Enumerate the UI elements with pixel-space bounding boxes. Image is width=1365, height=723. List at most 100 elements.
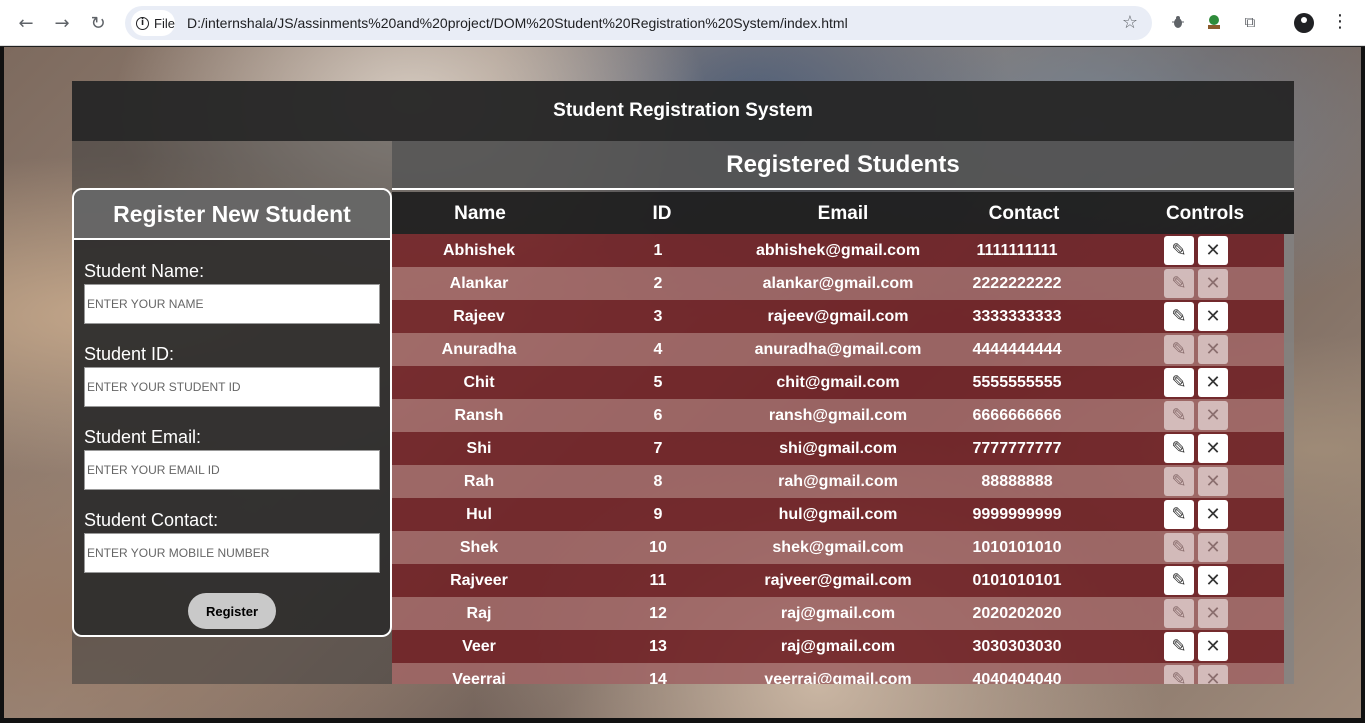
edit-pencil-icon[interactable]: ✎ (1164, 434, 1194, 463)
table-row: Rajveer 11 rajveer@gmail.com 0101010101 ✎ ✕ (392, 564, 1284, 597)
delete-close-icon[interactable]: ✕ (1198, 368, 1228, 397)
address-bar[interactable]: i File D:/internshala/JS/assinments%20an… (125, 6, 1152, 40)
delete-close-icon[interactable]: ✕ (1198, 632, 1228, 661)
name-input[interactable] (84, 284, 380, 324)
back-icon[interactable]: ← (14, 11, 38, 35)
delete-close-icon[interactable]: ✕ (1198, 335, 1228, 364)
bug-extension-icon[interactable] (1168, 12, 1188, 32)
cell-email: rajeev@gmail.com (767, 308, 909, 325)
table-row: Abhishek 1 abhishek@gmail.com 1111111111 ✎ ✕ (392, 234, 1284, 267)
delete-close-icon[interactable]: ✕ (1198, 401, 1228, 430)
cell-email: raj@gmail.com (780, 638, 896, 655)
cell-name: Rajveer (450, 572, 508, 589)
header-controls: Controls (1165, 203, 1245, 224)
register-form: Register New Student Student Name: Stude… (72, 188, 392, 637)
cell-contact: 3333333333 (972, 308, 1062, 325)
window-border-right (1361, 47, 1365, 718)
cell-id: 9 (653, 506, 663, 523)
table-body[interactable]: Abhishek 1 abhishek@gmail.com 1111111111 ✎ ✕ A… (392, 234, 1284, 684)
table-row: Alankar 2 alankar@gmail.com 2222222222 ✎ ✕ (392, 267, 1284, 300)
cell-name: Veer (462, 638, 496, 655)
edit-pencil-icon[interactable]: ✎ (1164, 533, 1194, 562)
edit-pencil-icon[interactable]: ✎ (1164, 500, 1194, 529)
cell-name: Veerraj (452, 671, 506, 684)
cell-contact: 0101010101 (972, 572, 1062, 589)
edit-pencil-icon[interactable]: ✎ (1164, 335, 1194, 364)
cell-name: Hul (466, 506, 492, 523)
table-scrollbar[interactable] (1284, 234, 1294, 684)
header-name: Name (454, 203, 506, 224)
browser-menu-icon[interactable]: ⋮ (1331, 11, 1349, 32)
delete-close-icon[interactable]: ✕ (1198, 302, 1228, 331)
header-email: Email (817, 203, 869, 224)
contact-input[interactable] (84, 533, 380, 573)
cell-contact: 2222222222 (972, 275, 1062, 292)
edit-pencil-icon[interactable]: ✎ (1164, 665, 1194, 684)
edit-pencil-icon[interactable]: ✎ (1164, 632, 1194, 661)
table-row: Veer 13 raj@gmail.com 3030303030 ✎ ✕ (392, 630, 1284, 663)
info-icon: i (136, 16, 149, 30)
delete-close-icon[interactable]: ✕ (1198, 533, 1228, 562)
bookmark-star-icon[interactable]: ☆ (1122, 12, 1138, 33)
cell-email: raj@gmail.com (780, 605, 896, 622)
edit-pencil-icon[interactable]: ✎ (1164, 302, 1194, 331)
cell-id: 4 (653, 341, 663, 358)
form-title: Register New Student (74, 190, 390, 240)
cell-name: Alankar (449, 275, 509, 292)
cell-name: Rajeev (453, 308, 505, 325)
table-row: Shi 7 shi@gmail.com 7777777777 ✎ ✕ (392, 432, 1284, 465)
delete-close-icon[interactable]: ✕ (1198, 269, 1228, 298)
edit-pencil-icon[interactable]: ✎ (1164, 599, 1194, 628)
table-row: Veerraj 14 veerraj@gmail.com 4040404040 ✎ ✕ (392, 663, 1284, 684)
register-button[interactable]: Register (188, 593, 276, 629)
profile-avatar[interactable] (1294, 13, 1314, 33)
cell-contact: 7777777777 (972, 440, 1062, 457)
cell-email: rajveer@gmail.com (764, 572, 912, 589)
edit-pencil-icon[interactable]: ✎ (1164, 467, 1194, 496)
tree-extension-icon[interactable] (1204, 12, 1224, 32)
cell-contact: 1111111111 (976, 242, 1058, 259)
cell-id: 2 (653, 275, 663, 292)
edit-pencil-icon[interactable]: ✎ (1164, 269, 1194, 298)
cell-email: anuradha@gmail.com (754, 341, 922, 358)
app-container: Student Registration System Register New… (72, 81, 1294, 684)
header-contact: Contact (988, 203, 1060, 224)
forward-icon[interactable]: → (50, 11, 74, 35)
url-text[interactable]: D:/internshala/JS/assinments%20and%20pro… (187, 15, 848, 31)
edit-pencil-icon[interactable]: ✎ (1164, 368, 1194, 397)
delete-close-icon[interactable]: ✕ (1198, 434, 1228, 463)
delete-close-icon[interactable]: ✕ (1198, 566, 1228, 595)
delete-close-icon[interactable]: ✕ (1198, 599, 1228, 628)
table-row: Ransh 6 ransh@gmail.com 6666666666 ✎ ✕ (392, 399, 1284, 432)
student-id-input[interactable] (84, 367, 380, 407)
site-info-chip[interactable]: i File (131, 10, 175, 36)
delete-close-icon[interactable]: ✕ (1198, 236, 1228, 265)
cell-contact: 5555555555 (972, 374, 1062, 391)
delete-close-icon[interactable]: ✕ (1198, 467, 1228, 496)
extensions-puzzle-icon[interactable]: ⧉ (1240, 12, 1260, 32)
cell-contact: 2020202020 (972, 605, 1062, 622)
cell-contact: 1010101010 (972, 539, 1062, 556)
site-info-label: File (154, 15, 175, 31)
delete-close-icon[interactable]: ✕ (1198, 665, 1228, 684)
table-row: Rah 8 rah@gmail.com 88888888 ✎ ✕ (392, 465, 1284, 498)
edit-pencil-icon[interactable]: ✎ (1164, 566, 1194, 595)
cell-id: 12 (649, 605, 667, 622)
cell-name: Raj (466, 605, 492, 622)
edit-pencil-icon[interactable]: ✎ (1164, 401, 1194, 430)
contact-label: Student Contact: (84, 510, 219, 530)
delete-close-icon[interactable]: ✕ (1198, 500, 1228, 529)
id-label: Student ID: (84, 344, 175, 364)
cell-id: 3 (653, 308, 663, 325)
table-row: Hul 9 hul@gmail.com 9999999999 ✎ ✕ (392, 498, 1284, 531)
cell-name: Anuradha (441, 341, 517, 358)
app-title: Student Registration System (72, 81, 1294, 141)
cell-name: Shi (466, 440, 492, 457)
email-input[interactable] (84, 450, 380, 490)
browser-toolbar: ← → ↻ i File D:/internshala/JS/assinment… (0, 0, 1365, 46)
table-title: Registered Students (392, 141, 1294, 190)
table-row: Shek 10 shek@gmail.com 1010101010 ✎ ✕ (392, 531, 1284, 564)
edit-pencil-icon[interactable]: ✎ (1164, 236, 1194, 265)
reload-icon[interactable]: ↻ (86, 11, 110, 35)
header-id: ID (652, 203, 672, 224)
